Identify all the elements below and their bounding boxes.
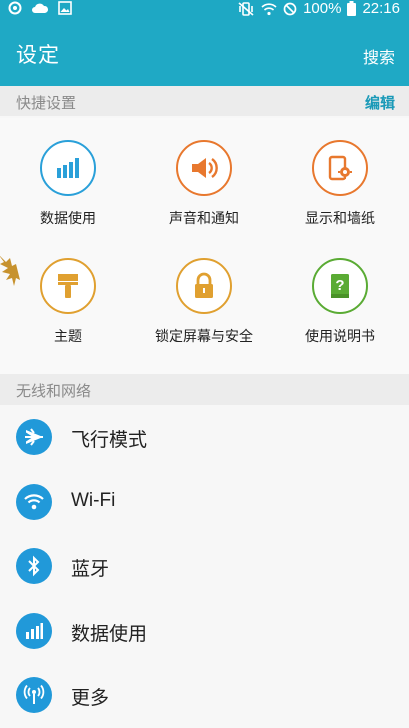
quick-item-label: 锁定屏幕与安全 <box>155 329 253 345</box>
image-notification-icon <box>58 1 72 15</box>
quick-item-label: 使用说明书 <box>305 329 375 345</box>
no-signal-icon <box>283 2 297 16</box>
list-item-label: 蓝牙 <box>71 558 110 580</box>
status-bar-notifications <box>8 1 72 15</box>
list-item-label: 数据使用 <box>71 622 148 645</box>
quick-item-label: 显示和墙纸 <box>305 211 375 227</box>
battery-percent: 100% <box>303 0 342 17</box>
weather-cloud-icon <box>31 1 49 15</box>
network-section-title: 无线和网络 <box>16 382 92 400</box>
edit-button[interactable]: 编辑 <box>365 92 395 113</box>
quick-item-user-manual[interactable]: ? 使用说明书 <box>272 258 408 346</box>
network-settings-list: 飞行模式 Wi-Fi 蓝牙 数据使用 更多 <box>0 405 409 728</box>
notification-app-icon <box>8 1 22 15</box>
svg-text:?: ? <box>335 277 344 294</box>
list-item-data-usage[interactable]: 数据使用 <box>0 599 409 664</box>
airplane-icon <box>16 419 52 455</box>
status-bar: 100% 22:16 <box>0 0 409 20</box>
quick-item-display-wallpaper[interactable]: 显示和墙纸 <box>272 140 408 228</box>
lock-icon <box>176 258 232 314</box>
battery-icon <box>347 1 357 16</box>
quick-settings-header: 快捷设置 编辑 <box>0 86 409 116</box>
page-title: 设定 <box>16 43 60 67</box>
antenna-icon <box>16 677 52 713</box>
list-item-wifi[interactable]: Wi-Fi <box>0 470 409 535</box>
data-usage-icon <box>16 612 52 649</box>
list-item-label: Wi-Fi <box>71 489 116 511</box>
quick-item-label: 数据使用 <box>40 211 96 227</box>
quick-item-label: 声音和通知 <box>169 211 239 227</box>
maple-leaf-decoration-icon <box>0 250 22 294</box>
quick-settings-grid: 数据使用 声音和通知 显示和墙纸 主题 锁定屏幕与安全 ? 使用说明书 <box>0 118 409 374</box>
network-section-header: 无线和网络 <box>0 374 409 405</box>
manual-book-icon: ? <box>312 258 368 314</box>
list-item-airplane-mode[interactable]: 飞行模式 <box>0 405 409 470</box>
quick-settings-title: 快捷设置 <box>16 94 77 112</box>
list-item-label: 更多 <box>71 687 110 709</box>
list-item-label: 飞行模式 <box>71 429 148 451</box>
app-bar: 设定 搜索 <box>0 20 409 86</box>
bluetooth-icon <box>16 548 52 584</box>
vibrate-mute-icon <box>237 1 255 16</box>
clock: 22:16 <box>362 0 400 17</box>
status-bar-system: 100% 22:16 <box>237 0 400 17</box>
wifi-icon <box>16 483 52 520</box>
search-button[interactable]: 搜索 <box>363 44 395 68</box>
speaker-icon <box>176 140 232 196</box>
quick-item-sound-notifications[interactable]: 声音和通知 <box>136 140 272 228</box>
wifi-status-icon <box>261 2 277 16</box>
display-wallpaper-icon <box>312 140 368 196</box>
list-item-bluetooth[interactable]: 蓝牙 <box>0 534 409 599</box>
quick-item-lock-security[interactable]: 锁定屏幕与安全 <box>136 258 272 346</box>
list-item-more[interactable]: 更多 <box>0 663 409 728</box>
data-usage-icon <box>40 140 96 196</box>
paintbrush-icon <box>40 258 96 314</box>
quick-item-label: 主题 <box>54 329 82 345</box>
quick-item-data-usage[interactable]: 数据使用 <box>0 140 136 228</box>
